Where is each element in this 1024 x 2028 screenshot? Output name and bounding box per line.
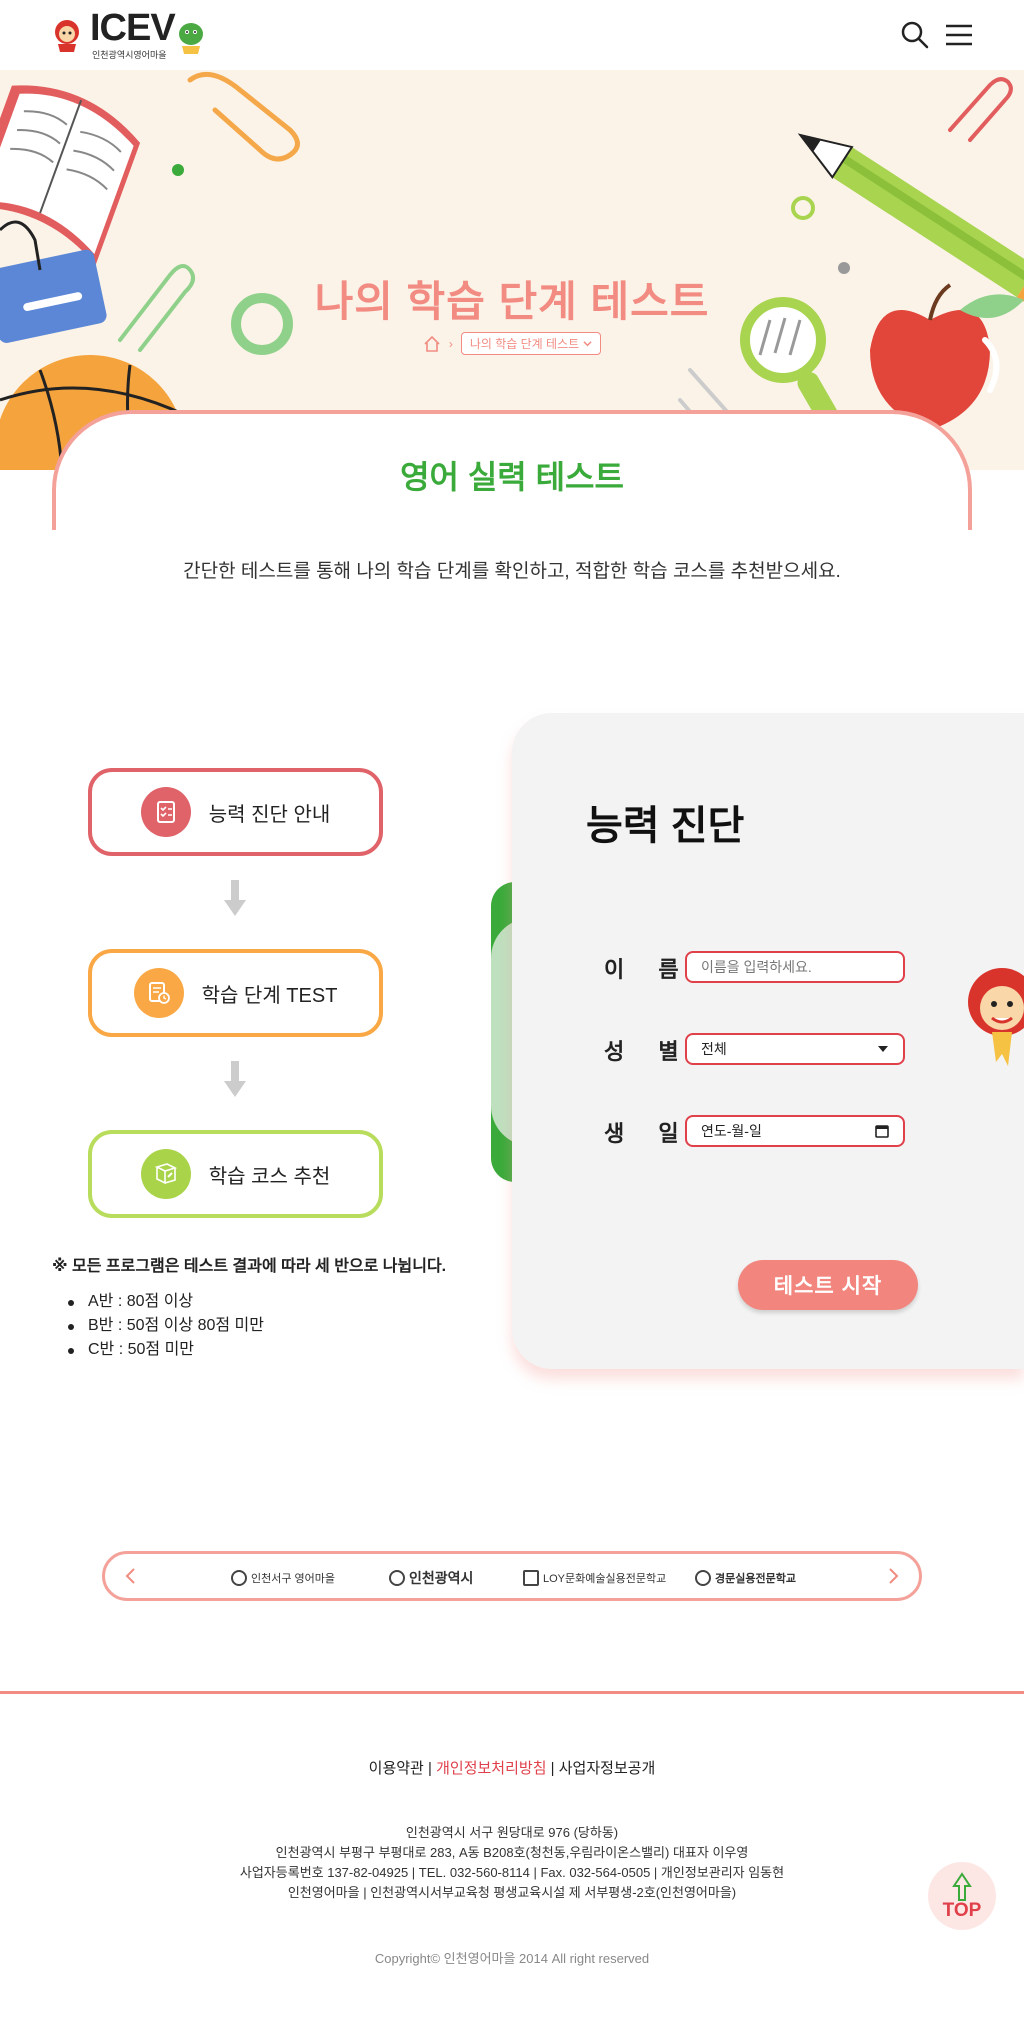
site-header: ICEV 인천광역시영어마을: [0, 0, 1024, 70]
carousel-prev-button[interactable]: [119, 1564, 143, 1588]
home-icon[interactable]: [423, 335, 441, 353]
menu-button[interactable]: [942, 18, 976, 52]
carousel-next-button[interactable]: [881, 1564, 905, 1588]
chevron-right-icon: [889, 1568, 899, 1584]
breadcrumb-current-label: 나의 학습 단계 테스트: [469, 337, 580, 351]
start-test-button[interactable]: 테스트 시작: [738, 1260, 918, 1310]
gender-select[interactable]: 전체: [685, 1033, 905, 1065]
recommend-book-icon: [140, 1149, 191, 1199]
page-title: 나의 학습 단계 테스트: [314, 278, 710, 325]
gender-select-value: 전체: [701, 1041, 727, 1057]
class-note: ※ 모든 프로그램은 테스트 결과에 따라 세 반으로 나뉩니다.: [52, 1258, 447, 1275]
business-info-link[interactable]: 사업자정보공개: [559, 1760, 656, 1777]
step-label: 학습 코스 추천: [208, 1165, 331, 1188]
arrow-down-icon: [224, 1061, 246, 1097]
checklist-icon: [140, 787, 191, 837]
arrow-down-icon: [224, 880, 246, 916]
mascot-peek-icon: [968, 968, 1024, 1066]
top-label: TOP: [942, 1900, 982, 1921]
mascot-green-icon: [179, 23, 203, 54]
mascot-red-icon: [55, 20, 79, 52]
name-input[interactable]: 이름을 입력하세요.: [685, 951, 905, 983]
gender-label: 성 별: [604, 1039, 693, 1064]
link-separator: |: [550, 1760, 559, 1777]
search-button[interactable]: [898, 18, 932, 52]
partner-logo[interactable]: 인천광역시: [389, 1568, 473, 1588]
brand-name: ICEV: [90, 7, 176, 49]
footer-info-line: 인천광역시 서구 원당대로 976 (당하동): [405, 1825, 619, 1840]
birthday-date-input[interactable]: 연도-월-일: [685, 1115, 905, 1147]
privacy-policy-link[interactable]: 개인정보처리방침: [436, 1760, 546, 1777]
partner-name: 경문실용전문학교: [715, 1573, 796, 1585]
chevron-down-icon: [583, 341, 592, 347]
list-item: B반 : 50점 이상 80점 미만: [68, 1314, 264, 1338]
footer-info-line: 인천영어마을 | 인천광역시서부교육청 평생교육시설 제 서부평생-2호(인천영…: [287, 1885, 737, 1900]
copyright: Copyright© 인천영어마을 2014 All right reserve…: [374, 1951, 650, 1966]
list-item: A반 : 80점 이상: [68, 1290, 264, 1314]
name-input-placeholder: 이름을 입력하세요.: [701, 959, 812, 975]
breadcrumb-current-dropdown[interactable]: 나의 학습 단계 테스트: [460, 332, 602, 355]
hamburger-menu-icon: [946, 24, 972, 46]
caret-down-icon: [878, 1046, 888, 1052]
step-diagnosis-guide: 능력 진단 안내: [88, 768, 383, 856]
footer-links: 이용약관 | 개인정보처리방침 | 사업자정보공개: [0, 1757, 1024, 1778]
partner-emblem-icon: [231, 1570, 247, 1586]
breadcrumb-separator: ›: [448, 336, 453, 351]
scroll-to-top-button[interactable]: TOP: [928, 1862, 996, 1930]
intro-text: 간단한 테스트를 통해 나의 학습 단계를 확인하고, 적합한 학습 코스를 추…: [183, 561, 841, 582]
footer-info-line: 사업자등록번호 137-82-04925 | TEL. 032-560-8114…: [239, 1865, 785, 1880]
partner-name: 인천서구 영어마을: [251, 1573, 336, 1585]
partner-logo[interactable]: 경문실용전문학교: [695, 1568, 796, 1588]
step-level-test: 학습 단계 TEST: [88, 949, 383, 1037]
link-separator: |: [428, 1760, 437, 1777]
partner-name: 인천광역시: [409, 1570, 474, 1586]
footer-divider: [0, 1691, 1024, 1694]
step-course-recommend: 학습 코스 추천: [88, 1130, 383, 1218]
brand-subtitle: 인천광역시영어마을: [92, 50, 167, 60]
partner-logo[interactable]: LOY문화예술실용전문학교: [523, 1568, 666, 1588]
terms-link[interactable]: 이용약관: [369, 1760, 424, 1777]
breadcrumb: › 나의 학습 단계 테스트: [0, 332, 1024, 355]
site-logo[interactable]: ICEV 인천광역시영어마을: [50, 6, 210, 62]
test-clock-icon: [133, 968, 184, 1018]
partner-logo[interactable]: 인천서구 영어마을: [231, 1568, 335, 1588]
section-title: 영어 실력 테스트: [400, 459, 624, 495]
partner-carousel: 인천서구 영어마을 인천광역시 LOY문화예술실용전문학교 경문실용전문학교: [102, 1551, 922, 1601]
footer-info-line: 인천광역시 부평구 부평대로 283, A동 B208호(청천동,우림라이온스밸…: [275, 1845, 749, 1860]
calendar-icon[interactable]: [875, 1124, 889, 1138]
partner-name: LOY문화예술실용전문학교: [543, 1573, 667, 1585]
step-label: 학습 단계 TEST: [201, 984, 338, 1007]
partner-emblem-icon: [389, 1570, 405, 1586]
footer-info: 인천광역시 서구 원당대로 976 (당하동) 인천광역시 부평구 부평대로 2…: [0, 1823, 1024, 1903]
partner-emblem-icon: [695, 1570, 711, 1586]
birthday-input-value: 연도-월-일: [701, 1123, 762, 1139]
birthday-label: 생 일: [604, 1121, 693, 1146]
list-item: C반 : 50점 미만: [68, 1338, 264, 1362]
class-list: A반 : 80점 이상 B반 : 50점 이상 80점 미만 C반 : 50점 …: [68, 1290, 264, 1362]
form-title: 능력 진단: [586, 804, 745, 848]
name-label: 이 름: [604, 957, 693, 982]
step-label: 능력 진단 안내: [208, 803, 331, 826]
search-icon: [901, 21, 929, 49]
chevron-left-icon: [125, 1568, 135, 1584]
partner-emblem-icon: [523, 1570, 539, 1586]
